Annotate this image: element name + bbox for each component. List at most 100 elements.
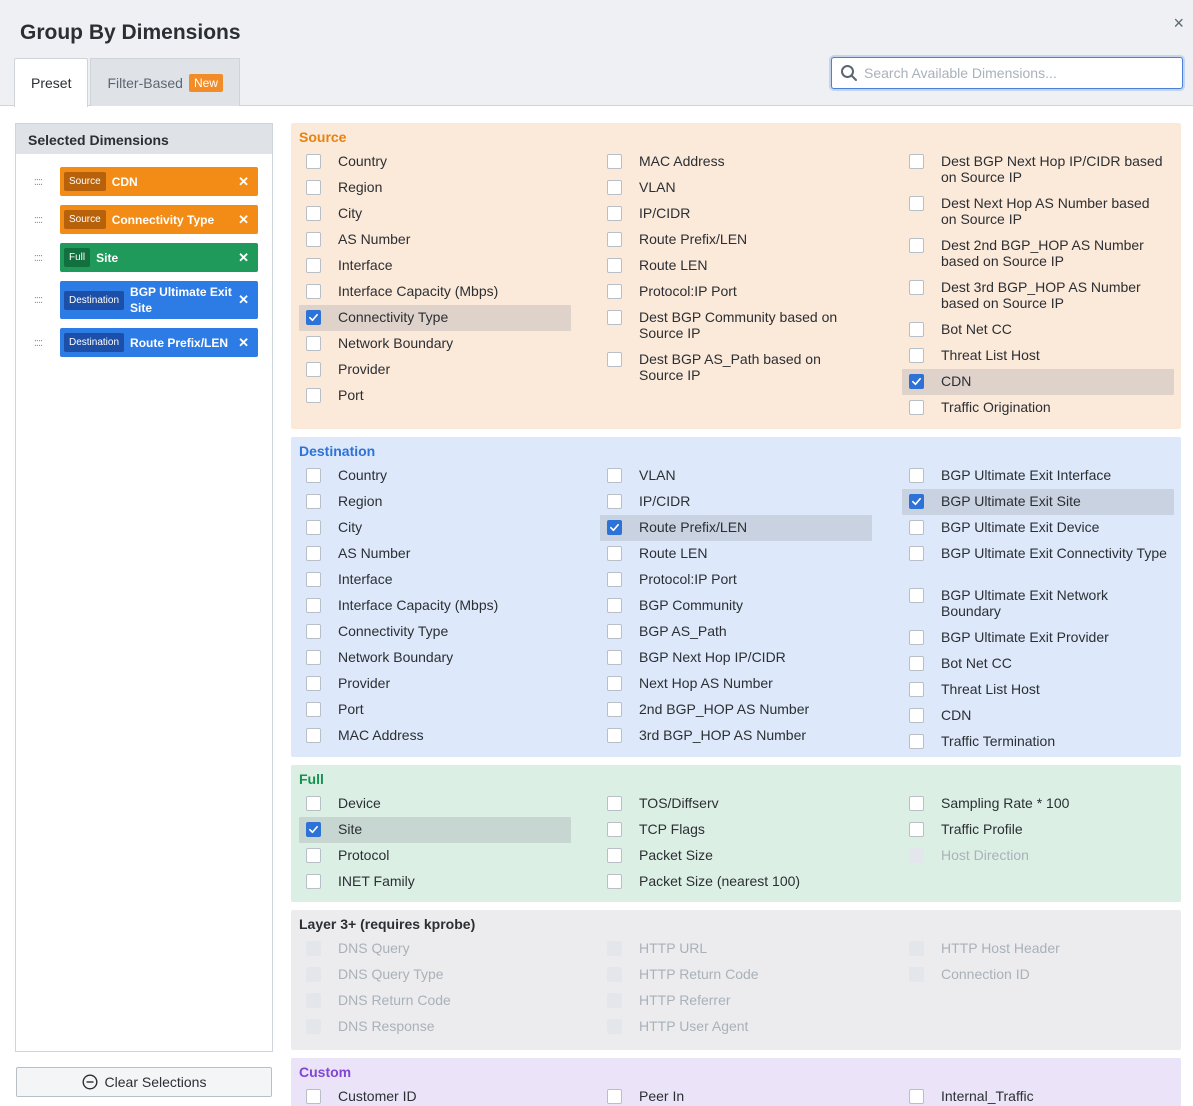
dimension-option-country[interactable]: Country — [299, 149, 571, 175]
checkbox[interactable] — [306, 494, 321, 509]
dimension-option-mac-address[interactable]: MAC Address — [600, 149, 872, 175]
dimension-option-route-len[interactable]: Route LEN — [600, 253, 872, 279]
checkbox[interactable] — [306, 1089, 321, 1104]
checkbox[interactable] — [306, 676, 321, 691]
checkbox[interactable] — [607, 284, 622, 299]
search-input[interactable] — [864, 65, 1164, 81]
checkbox[interactable] — [306, 284, 321, 299]
dimension-option-interface-capacity-mbps[interactable]: Interface Capacity (Mbps) — [299, 593, 571, 619]
checkbox[interactable] — [607, 352, 622, 367]
dimension-option-internal-traffic[interactable]: Internal_Traffic — [902, 1084, 1174, 1106]
dimension-option-bgp-ultimate-exit-provider[interactable]: BGP Ultimate Exit Provider — [902, 625, 1174, 651]
dimension-option-port[interactable]: Port — [299, 383, 571, 409]
selected-chip-connectivity-type[interactable]: Source Connectivity Type ✕ — [60, 205, 258, 234]
dimension-option-bgp-ultimate-exit-interface[interactable]: BGP Ultimate Exit Interface — [902, 463, 1174, 489]
checkbox[interactable] — [306, 796, 321, 811]
checkbox[interactable] — [607, 874, 622, 889]
checkbox[interactable] — [306, 572, 321, 587]
checkbox[interactable] — [909, 546, 924, 561]
checkbox[interactable] — [909, 1089, 924, 1104]
dimension-option-dest-bgp-as-path-based-on-source-ip[interactable]: Dest BGP AS_Path based on Source IP — [600, 347, 872, 389]
checkbox[interactable] — [306, 624, 321, 639]
checkbox[interactable] — [909, 238, 924, 253]
checkbox[interactable] — [607, 822, 622, 837]
checkbox[interactable] — [306, 362, 321, 377]
checkbox[interactable] — [909, 734, 924, 749]
checkbox[interactable] — [607, 206, 622, 221]
dimension-option-traffic-profile[interactable]: Traffic Profile — [902, 817, 1174, 843]
dimension-option-inet-family[interactable]: INET Family — [299, 869, 571, 895]
dimension-option-route-len[interactable]: Route LEN — [600, 541, 872, 567]
dimension-option-traffic-origination[interactable]: Traffic Origination — [902, 395, 1174, 421]
dimension-option-region[interactable]: Region — [299, 175, 571, 201]
checkbox[interactable] — [607, 702, 622, 717]
checkbox[interactable] — [909, 468, 924, 483]
dimension-option-sampling-rate-100[interactable]: Sampling Rate * 100 — [902, 791, 1174, 817]
dimension-option-dest-next-hop-as-number-based-on-source-ip[interactable]: Dest Next Hop AS Number based on Source … — [902, 191, 1174, 233]
dimension-option-dest-bgp-community-based-on-source-ip[interactable]: Dest BGP Community based on Source IP — [600, 305, 872, 347]
dimension-option-peer-in[interactable]: Peer In — [600, 1084, 872, 1106]
dimension-option-bgp-community[interactable]: BGP Community — [600, 593, 872, 619]
dimension-option-network-boundary[interactable]: Network Boundary — [299, 331, 571, 357]
dimension-option-network-boundary[interactable]: Network Boundary — [299, 645, 571, 671]
drag-handle-icon[interactable]: :::: — [16, 252, 60, 264]
checkbox[interactable] — [607, 520, 622, 535]
checkbox[interactable] — [607, 494, 622, 509]
checkbox[interactable] — [306, 180, 321, 195]
dimension-option-mac-address[interactable]: MAC Address — [299, 723, 571, 749]
dimension-option-traffic-termination[interactable]: Traffic Termination — [902, 729, 1174, 755]
checkbox[interactable] — [909, 630, 924, 645]
dimension-option-packet-size-nearest-100[interactable]: Packet Size (nearest 100) — [600, 869, 872, 895]
dimension-option-dest-3rd-bgp-hop-as-number-based-on-source-ip[interactable]: Dest 3rd BGP_HOP AS Number based on Sour… — [902, 275, 1174, 317]
checkbox[interactable] — [909, 196, 924, 211]
drag-handle-icon[interactable]: :::: — [16, 337, 60, 349]
drag-handle-icon[interactable]: :::: — [16, 214, 60, 226]
checkbox[interactable] — [909, 400, 924, 415]
selected-chip-cdn[interactable]: Source CDN ✕ — [60, 167, 258, 196]
dimension-option-country[interactable]: Country — [299, 463, 571, 489]
dimension-option-interface[interactable]: Interface — [299, 253, 571, 279]
dimension-option-site[interactable]: Site — [299, 817, 571, 843]
tab-preset[interactable]: Preset — [14, 58, 89, 107]
drag-handle-icon[interactable]: :::: — [16, 176, 60, 188]
dimension-option-vlan[interactable]: VLAN — [600, 175, 872, 201]
checkbox[interactable] — [306, 520, 321, 535]
checkbox[interactable] — [306, 546, 321, 561]
checkbox[interactable] — [909, 822, 924, 837]
dimension-option-next-hop-as-number[interactable]: Next Hop AS Number — [600, 671, 872, 697]
checkbox[interactable] — [306, 598, 321, 613]
dimension-option-tcp-flags[interactable]: TCP Flags — [600, 817, 872, 843]
checkbox[interactable] — [909, 520, 924, 535]
checkbox[interactable] — [909, 322, 924, 337]
remove-chip-icon[interactable]: ✕ — [238, 250, 249, 266]
dimension-option-protocol-ip-port[interactable]: Protocol:IP Port — [600, 567, 872, 593]
checkbox[interactable] — [607, 310, 622, 325]
dimension-option-customer-id[interactable]: Customer ID — [299, 1084, 571, 1106]
dimension-option-cdn[interactable]: CDN — [902, 703, 1174, 729]
checkbox[interactable] — [909, 682, 924, 697]
dimension-option-region[interactable]: Region — [299, 489, 571, 515]
checkbox[interactable] — [306, 848, 321, 863]
drag-handle-icon[interactable]: :::: — [16, 294, 60, 306]
dimension-option-vlan[interactable]: VLAN — [600, 463, 872, 489]
checkbox[interactable] — [607, 624, 622, 639]
checkbox[interactable] — [909, 154, 924, 169]
checkbox[interactable] — [909, 374, 924, 389]
remove-chip-icon[interactable]: ✕ — [238, 174, 249, 190]
dimension-option-city[interactable]: City — [299, 201, 571, 227]
checkbox[interactable] — [607, 232, 622, 247]
dimension-option-bgp-next-hop-ip-cidr[interactable]: BGP Next Hop IP/CIDR — [600, 645, 872, 671]
close-icon[interactable]: × — [1173, 14, 1184, 32]
checkbox[interactable] — [607, 546, 622, 561]
dimension-option-bgp-ultimate-exit-site[interactable]: BGP Ultimate Exit Site — [902, 489, 1174, 515]
checkbox[interactable] — [607, 650, 622, 665]
dimension-option-interface[interactable]: Interface — [299, 567, 571, 593]
checkbox[interactable] — [306, 822, 321, 837]
clear-selections-button[interactable]: Clear Selections — [16, 1067, 272, 1097]
dimension-option-protocol-ip-port[interactable]: Protocol:IP Port — [600, 279, 872, 305]
checkbox[interactable] — [607, 848, 622, 863]
dimension-option-cdn[interactable]: CDN — [902, 369, 1174, 395]
selected-chip-route-prefix-len[interactable]: Destination Route Prefix/LEN ✕ — [60, 328, 258, 357]
dimension-option-provider[interactable]: Provider — [299, 671, 571, 697]
checkbox[interactable] — [306, 702, 321, 717]
